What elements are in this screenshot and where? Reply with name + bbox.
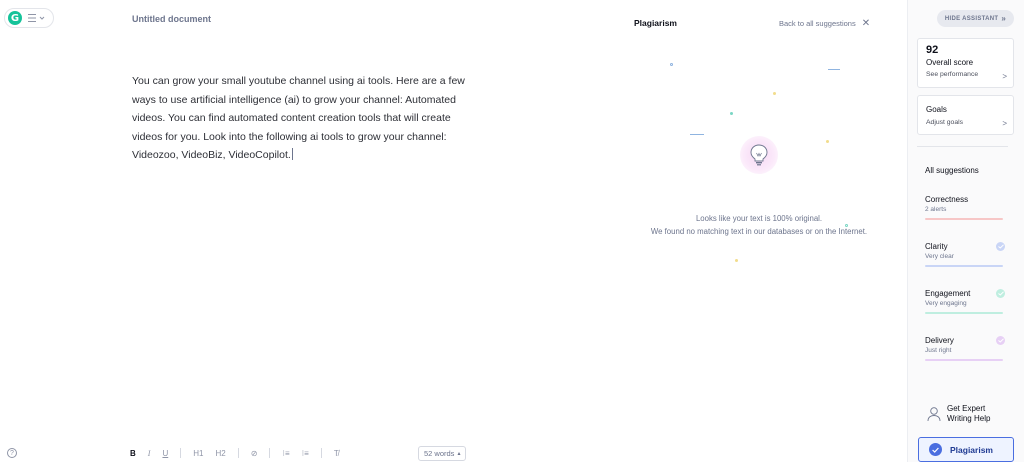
decor-line bbox=[690, 134, 704, 135]
app-menu-pill[interactable]: G bbox=[4, 8, 54, 28]
hide-assistant-button[interactable]: HIDE ASSISTANT » bbox=[937, 10, 1014, 27]
bold-button[interactable]: B bbox=[130, 449, 136, 458]
decor-dot bbox=[773, 92, 776, 95]
category-clarity[interactable]: Clarity Very clear bbox=[925, 242, 1007, 267]
heading2-button[interactable]: H2 bbox=[215, 449, 225, 458]
clear-formatting-icon[interactable]: T̸ bbox=[334, 449, 339, 458]
category-correctness[interactable]: Correctness 2 alerts bbox=[925, 195, 1007, 220]
decor-line bbox=[828, 69, 840, 70]
category-bar bbox=[925, 359, 1003, 361]
expert-help-label: Get Expert Writing Help bbox=[947, 404, 990, 424]
hamburger-menu-icon[interactable] bbox=[28, 11, 50, 25]
double-chevron-right-icon: » bbox=[1001, 14, 1007, 23]
word-count-button[interactable]: 52 words ▴ bbox=[418, 446, 467, 461]
chevron-right-icon: > bbox=[1002, 72, 1007, 81]
hide-assistant-label: HIDE ASSISTANT bbox=[944, 15, 999, 22]
link-icon[interactable]: ⊘ bbox=[251, 449, 258, 458]
chevron-up-icon: ▴ bbox=[457, 451, 461, 457]
text-caret bbox=[291, 148, 293, 161]
category-bar bbox=[925, 218, 1003, 220]
grammarly-logo-icon: G bbox=[8, 11, 22, 25]
toolbar-divider bbox=[237, 448, 239, 458]
help-icon[interactable]: ? bbox=[7, 448, 17, 458]
decor-dot bbox=[670, 63, 673, 66]
plagiarism-result-message: Looks like your text is 100% original. W… bbox=[632, 212, 886, 238]
check-icon bbox=[996, 336, 1005, 345]
plagiarism-button-label: Plagiarism bbox=[950, 444, 993, 455]
sidebar-divider bbox=[917, 146, 1008, 147]
see-performance-link[interactable]: See performance bbox=[926, 71, 978, 78]
check-icon bbox=[996, 289, 1005, 298]
word-count-label: 52 words bbox=[424, 449, 455, 458]
check-circle-icon bbox=[929, 443, 942, 456]
category-name: Delivery bbox=[925, 336, 954, 345]
close-icon[interactable]: ✕ bbox=[862, 18, 870, 29]
chevron-right-icon: > bbox=[1002, 119, 1007, 128]
plagiarism-message-line: Looks like your text is 100% original. bbox=[695, 214, 823, 223]
plagiarism-button[interactable]: Plagiarism bbox=[918, 437, 1014, 462]
expert-person-icon bbox=[927, 407, 941, 422]
toolbar-divider bbox=[320, 448, 322, 458]
ordered-list-icon[interactable]: ⁝≡ bbox=[282, 449, 289, 458]
category-status: 2 alerts bbox=[925, 206, 947, 213]
get-expert-help-button[interactable]: Get Expert Writing Help bbox=[927, 404, 990, 424]
decor-dot bbox=[735, 259, 738, 262]
expert-help-line: Writing Help bbox=[947, 414, 991, 423]
document-title[interactable]: Untitled document bbox=[132, 14, 211, 24]
goals-label: Goals bbox=[926, 105, 947, 114]
italic-button[interactable]: I bbox=[148, 449, 151, 458]
document-line: ways to use artificial intelligence (ai)… bbox=[132, 93, 456, 106]
back-to-suggestions-link[interactable]: Back to all suggestions ✕ bbox=[779, 18, 870, 29]
adjust-goals-link[interactable]: Adjust goals bbox=[926, 119, 963, 126]
lightbulb-icon bbox=[750, 144, 768, 166]
category-status: Very engaging bbox=[925, 300, 967, 307]
category-delivery[interactable]: Delivery Just right bbox=[925, 336, 1007, 361]
decor-dot bbox=[826, 140, 829, 143]
lightbulb-illustration bbox=[740, 136, 778, 174]
category-status: Very clear bbox=[925, 253, 954, 260]
check-icon bbox=[996, 242, 1005, 251]
overall-score-value: 92 bbox=[926, 44, 939, 56]
document-line: videos. You can find automated content c… bbox=[132, 112, 451, 125]
category-bar bbox=[925, 312, 1003, 314]
document-line: videos for you. Look into the following … bbox=[132, 130, 447, 143]
decor-dot bbox=[730, 112, 733, 115]
document-last-line: Videozoo, VideoBiz, VideoCopilot. bbox=[132, 146, 492, 165]
document-line: Videozoo, VideoBiz, VideoCopilot. bbox=[132, 149, 291, 162]
underline-button[interactable]: U bbox=[162, 449, 168, 458]
category-status: Just right bbox=[925, 347, 952, 354]
all-suggestions-item[interactable]: All suggestions bbox=[925, 166, 979, 175]
category-name: Engagement bbox=[925, 289, 971, 298]
toolbar-divider bbox=[269, 448, 271, 458]
document-line: You can grow your small youtube channel … bbox=[132, 75, 465, 87]
overall-score-card[interactable]: 92 Overall score See performance > bbox=[917, 38, 1014, 88]
category-name: Correctness bbox=[925, 195, 969, 204]
back-link-label: Back to all suggestions bbox=[779, 19, 856, 28]
heading1-button[interactable]: H1 bbox=[193, 449, 203, 458]
expert-help-line: Get Expert bbox=[947, 404, 986, 413]
bullet-list-icon[interactable]: ⁝≡ bbox=[302, 449, 309, 458]
overall-score-label: Overall score bbox=[926, 58, 974, 67]
toolbar-divider bbox=[180, 448, 182, 458]
plagiarism-message-line: We found no matching text in our databas… bbox=[650, 227, 868, 236]
plagiarism-panel-title: Plagiarism bbox=[634, 18, 677, 28]
category-name: Clarity bbox=[925, 242, 948, 251]
document-editor[interactable]: You can grow your small youtube channel … bbox=[132, 72, 492, 165]
formatting-toolbar: B I U H1 H2 ⊘ ⁝≡ ⁝≡ T̸ bbox=[130, 446, 351, 460]
category-bar bbox=[925, 265, 1003, 267]
goals-card[interactable]: Goals Adjust goals > bbox=[917, 95, 1014, 135]
category-engagement[interactable]: Engagement Very engaging bbox=[925, 289, 1007, 314]
